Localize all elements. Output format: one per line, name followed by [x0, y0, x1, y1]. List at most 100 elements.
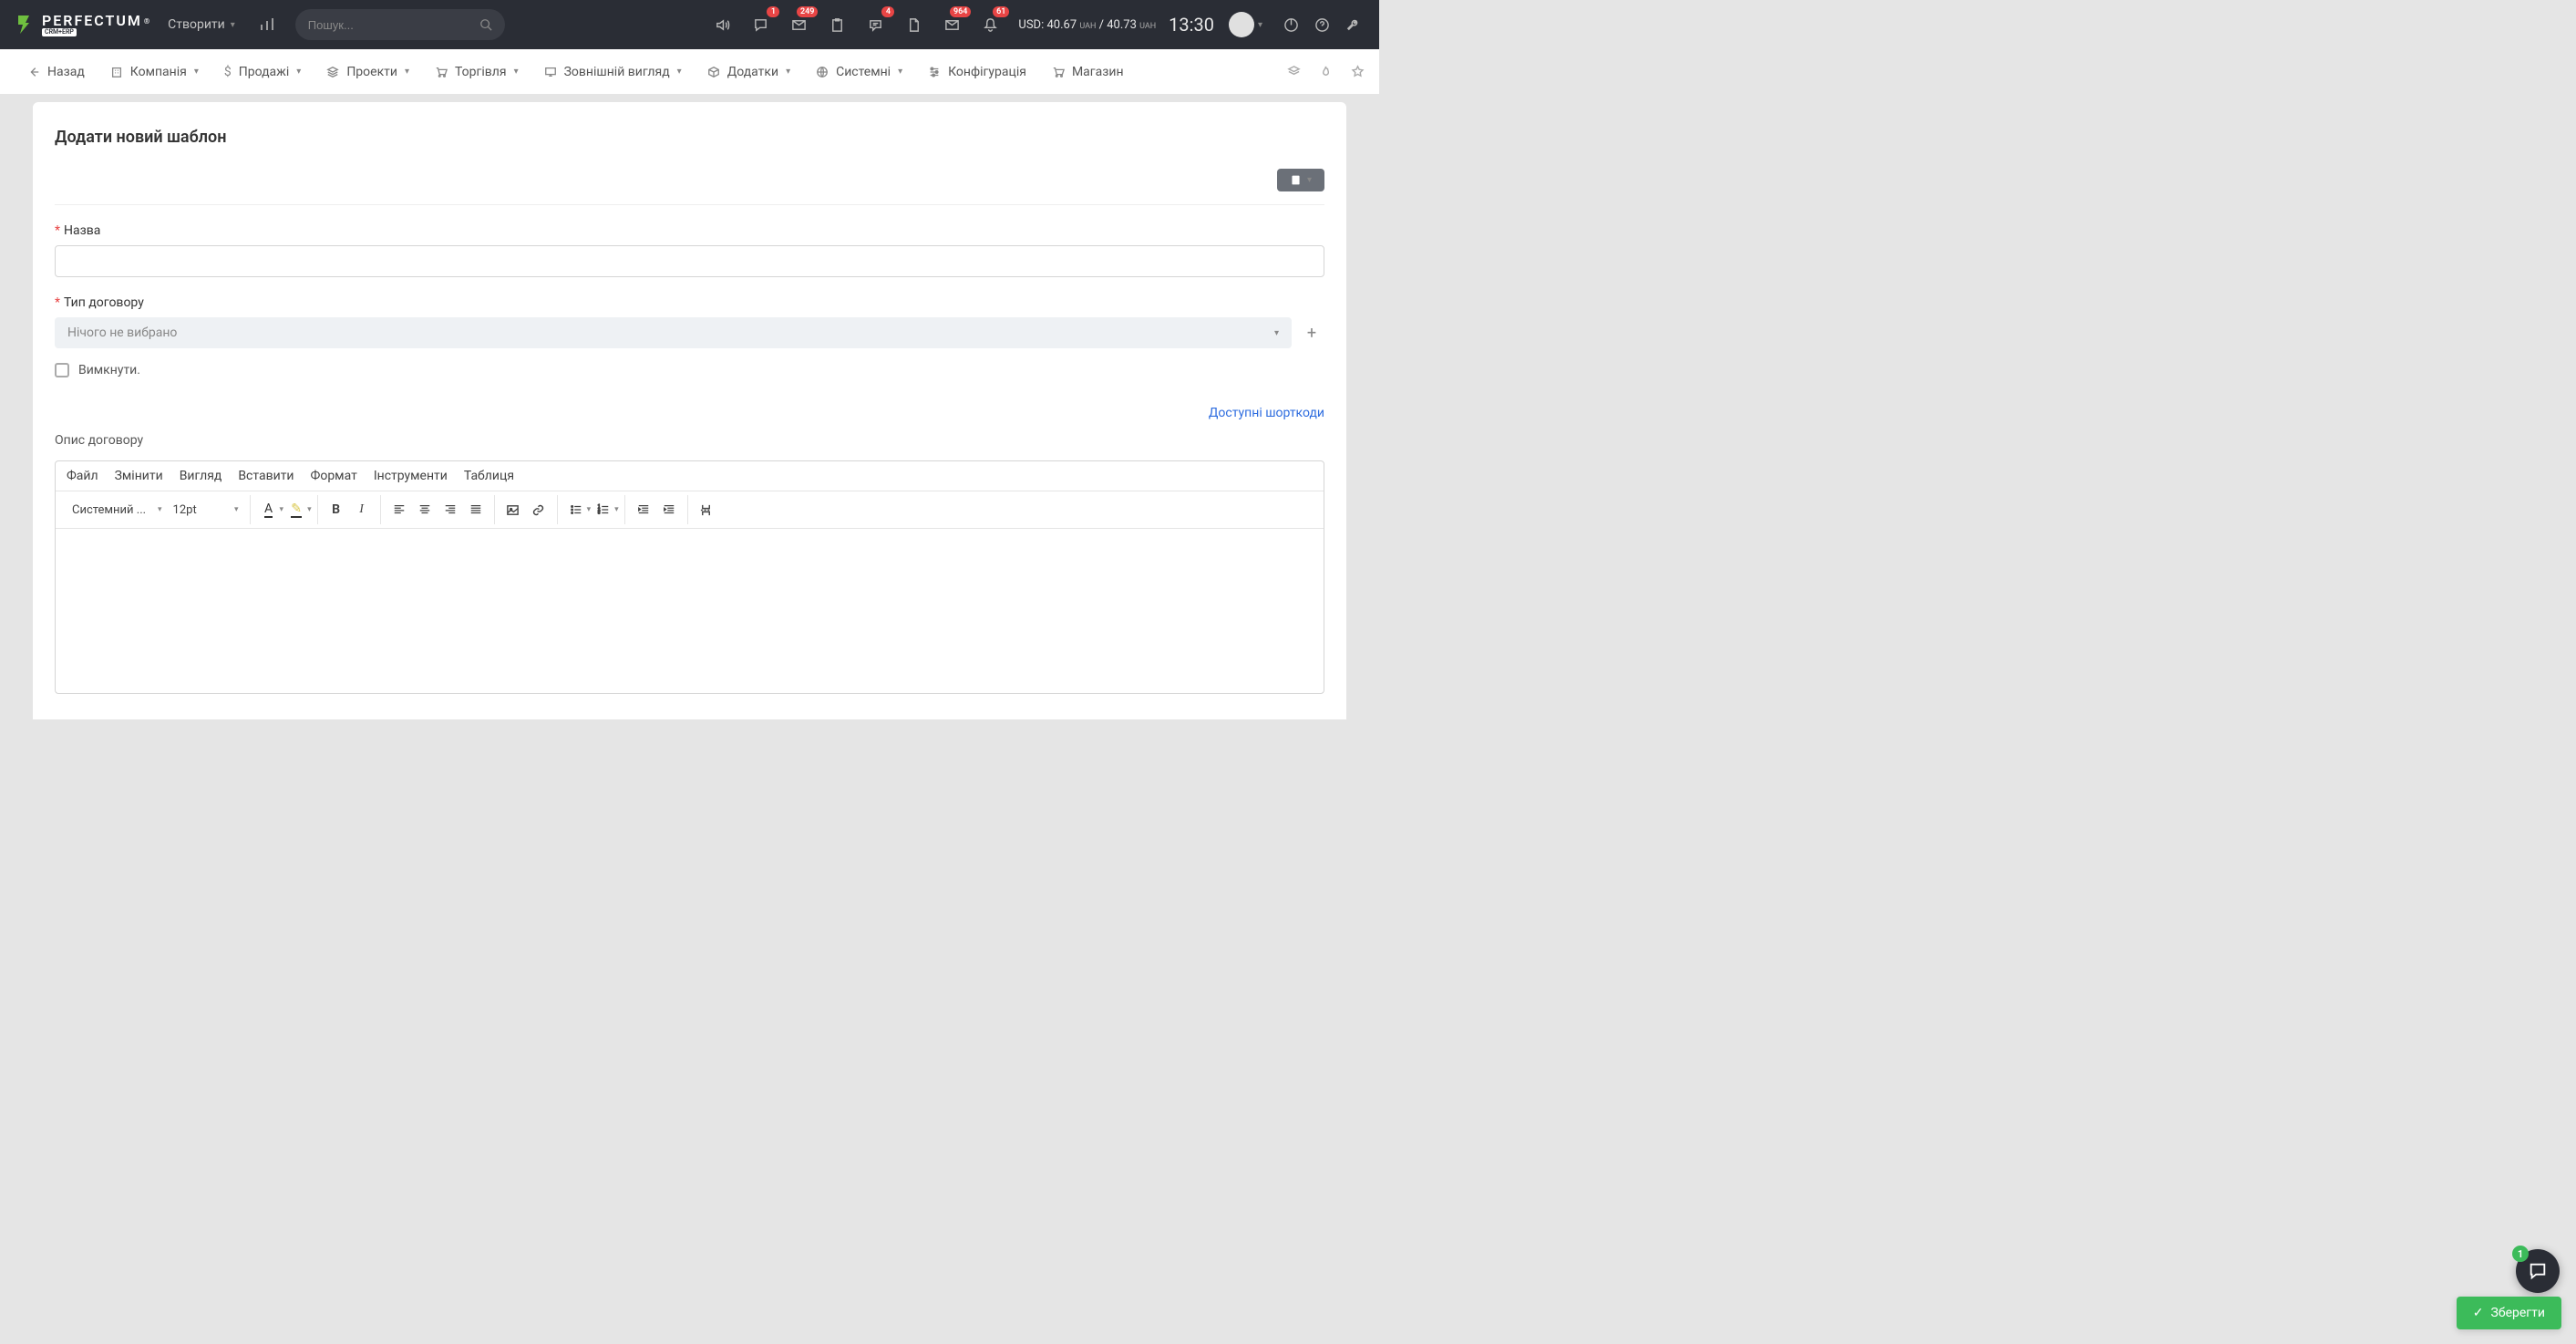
chevron-down-icon[interactable]: ▾: [307, 505, 312, 514]
create-label: Створити: [168, 17, 225, 32]
disable-label: Вимкнути.: [78, 363, 140, 377]
description-label: Опис договору: [55, 433, 1324, 448]
monitor-icon: [544, 66, 557, 78]
chevron-down-icon: ▾: [158, 505, 162, 514]
currency-display: USD: 40.67 UAH / 40.73 UAH: [1018, 18, 1156, 32]
pdf-button[interactable]: ▾: [1277, 169, 1324, 191]
check-icon: ✓: [2473, 1306, 2484, 1320]
chat-fab[interactable]: 1: [2516, 1249, 2560, 1293]
logo-subtext: CRM+ERP: [42, 28, 77, 36]
chevron-down-icon[interactable]: ▾: [614, 505, 619, 514]
clipboard-icon[interactable]: [821, 9, 852, 40]
layers-icon: [326, 66, 339, 78]
flame-icon[interactable]: [1319, 65, 1333, 78]
search-input[interactable]: [308, 18, 479, 32]
globe-icon: [816, 66, 829, 78]
menu-format[interactable]: Формат: [311, 469, 357, 483]
message-badge: 4: [881, 6, 894, 17]
nav-addons[interactable]: Додатки ▾: [695, 49, 803, 95]
topbar-icons: 1 249 4 964 61: [706, 9, 1005, 40]
font-family-select[interactable]: Системний ... ▾: [67, 503, 168, 517]
sliders-icon: [928, 66, 941, 78]
align-justify-button[interactable]: [463, 497, 489, 522]
add-type-button[interactable]: +: [1299, 317, 1324, 348]
content-area: Додати новий шаблон ▾ *Назва *Тип догово…: [0, 95, 1379, 719]
bullet-list-button[interactable]: [563, 497, 589, 522]
create-button[interactable]: Створити ▾: [168, 17, 235, 32]
link-button[interactable]: [526, 497, 551, 522]
avatar[interactable]: [1229, 12, 1254, 37]
save-button[interactable]: ✓ Зберегти: [2457, 1297, 2561, 1329]
file-icon[interactable]: [898, 9, 929, 40]
nav-sales[interactable]: $ Продажі ▾: [211, 49, 314, 95]
inbox-icon[interactable]: 964: [936, 9, 967, 40]
message-icon[interactable]: 4: [860, 9, 891, 40]
chevron-down-icon: ▾: [514, 67, 519, 77]
inbox-badge: 964: [950, 6, 971, 17]
nav-back-label: Назад: [47, 65, 85, 79]
editor-body[interactable]: [56, 529, 1324, 693]
navbar: Назад Компанія ▾ $ Продажі ▾ Проекти ▾ Т…: [0, 49, 1379, 95]
nav-projects[interactable]: Проекти ▾: [314, 49, 422, 95]
text-color-button[interactable]: A: [256, 497, 282, 522]
menu-table[interactable]: Таблиця: [464, 469, 514, 483]
bold-button[interactable]: B: [324, 497, 349, 522]
wrench-icon[interactable]: [1337, 9, 1368, 40]
italic-button[interactable]: I: [349, 497, 375, 522]
cart-icon: [1052, 66, 1065, 78]
name-input[interactable]: [55, 245, 1324, 277]
logo[interactable]: PERFECTUM CRM+ERP ®: [11, 12, 149, 37]
indent-button[interactable]: [656, 497, 682, 522]
nav-shop[interactable]: Магазин: [1039, 49, 1137, 95]
avatar-chevron-icon[interactable]: ▾: [1258, 20, 1262, 30]
mail-badge: 249: [797, 6, 818, 17]
star-icon[interactable]: [1351, 65, 1365, 78]
nav-company[interactable]: Компанія ▾: [98, 49, 211, 95]
name-label: *Назва: [55, 223, 1324, 238]
type-select[interactable]: Нічого не вибрано ▾: [55, 317, 1292, 348]
chevron-down-icon: ▾: [296, 67, 301, 77]
menu-insert[interactable]: Вставити: [238, 469, 294, 483]
bell-badge: 61: [993, 6, 1009, 17]
package-icon: [707, 66, 720, 78]
nav-config[interactable]: Конфігурація: [915, 49, 1039, 95]
menu-file[interactable]: Файл: [67, 469, 98, 483]
layers-small-icon[interactable]: [1287, 65, 1301, 78]
sound-icon[interactable]: [706, 9, 737, 40]
chevron-down-icon: ▾: [1307, 175, 1312, 185]
disable-checkbox[interactable]: [55, 363, 69, 377]
numbered-list-button[interactable]: 123: [591, 497, 616, 522]
chevron-down-icon: ▾: [898, 67, 902, 77]
shortcodes-link[interactable]: Доступні шорткоди: [1209, 406, 1324, 420]
pagebreak-button[interactable]: [694, 497, 719, 522]
menu-edit[interactable]: Змінити: [115, 469, 163, 483]
chevron-down-icon: ▾: [1274, 328, 1279, 338]
type-placeholder: Нічого не вибрано: [67, 326, 177, 340]
mail-icon[interactable]: 249: [783, 9, 814, 40]
editor: Файл Змінити Вигляд Вставити Формат Інст…: [55, 460, 1324, 694]
page-title: Додати новий шаблон: [55, 128, 1324, 147]
align-center-button[interactable]: [412, 497, 438, 522]
nav-appearance[interactable]: Зовнішній вигляд ▾: [531, 49, 695, 95]
dollar-icon: $: [224, 65, 232, 79]
align-left-button[interactable]: [386, 497, 412, 522]
outdent-button[interactable]: [631, 497, 656, 522]
search-box[interactable]: [295, 9, 505, 40]
bell-icon[interactable]: 61: [974, 9, 1005, 40]
nav-trade[interactable]: Торгівля ▾: [422, 49, 531, 95]
power-icon[interactable]: [1275, 9, 1306, 40]
align-right-button[interactable]: [438, 497, 463, 522]
chat-icon[interactable]: 1: [745, 9, 776, 40]
nav-back[interactable]: Назад: [15, 49, 98, 95]
form-card: Додати новий шаблон ▾ *Назва *Тип догово…: [33, 102, 1346, 719]
menu-tools[interactable]: Інструменти: [374, 469, 448, 483]
font-size-select[interactable]: 12pt ▾: [168, 503, 244, 517]
highlight-button[interactable]: ✎: [283, 497, 309, 522]
image-button[interactable]: [500, 497, 526, 522]
chevron-down-icon: ▾: [234, 505, 239, 514]
nav-system[interactable]: Системні ▾: [803, 49, 915, 95]
menu-view[interactable]: Вигляд: [180, 469, 222, 483]
help-icon[interactable]: [1306, 9, 1337, 40]
stats-icon[interactable]: [252, 9, 283, 40]
svg-text:3: 3: [598, 511, 601, 515]
